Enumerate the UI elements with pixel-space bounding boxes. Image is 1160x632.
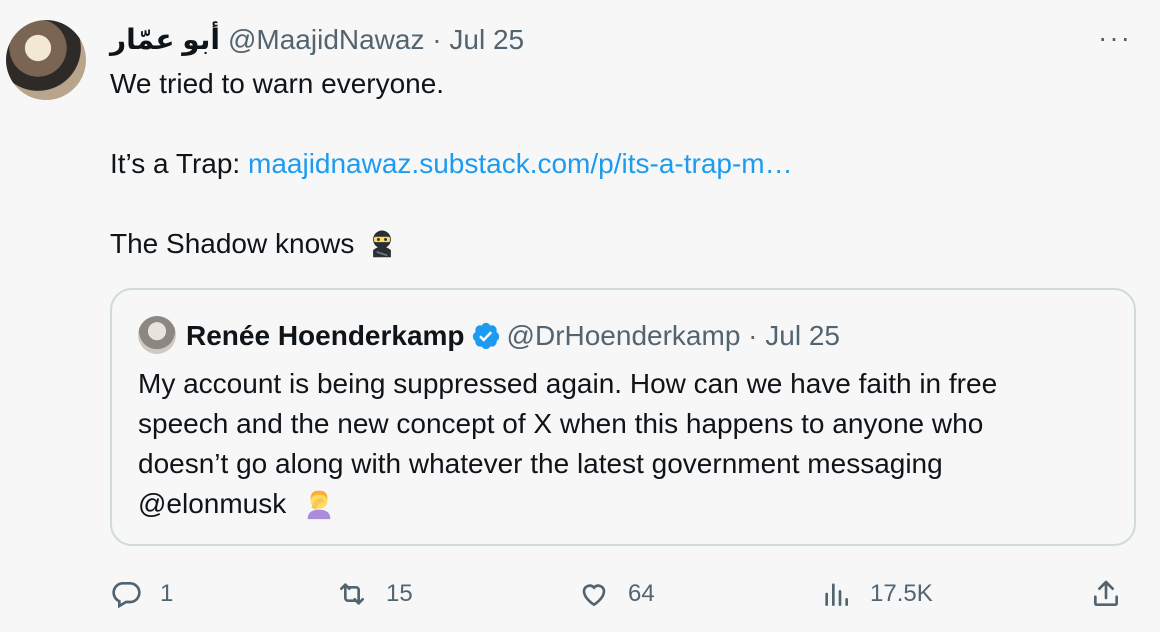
quoted-handle: @DrHoenderkamp <box>506 320 741 351</box>
views-count: 17.5K <box>870 580 933 607</box>
tweet-line-2: It’s a Trap: maajidnawaz.substack.com/p/… <box>110 144 1120 184</box>
repost-icon <box>340 583 364 605</box>
tweet-text: We tried to warn everyone. It’s a Trap: … <box>110 64 1120 264</box>
quoted-line-3: doesn’t go along with whatever the lates… <box>138 448 943 479</box>
tweet-date[interactable]: Jul 25 <box>449 24 524 55</box>
tweet-line-1: We tried to warn everyone. <box>110 68 445 99</box>
repost-button[interactable]: 15 <box>336 574 413 614</box>
tweet-line-3: The Shadow knows <box>110 224 1120 264</box>
repost-count: 15 <box>386 580 413 607</box>
share-button[interactable] <box>1090 574 1122 614</box>
reply-icon <box>112 582 141 609</box>
verified-badge-icon <box>472 322 499 350</box>
quoted-display-name: Renée Hoenderkamp <box>186 320 465 351</box>
share-icon <box>1094 580 1118 606</box>
tweet-actions: 1 15 64 17.5K <box>110 574 1130 614</box>
views-button[interactable]: 17.5K <box>820 574 933 614</box>
like-count: 64 <box>628 580 655 607</box>
quoted-separator: · <box>748 320 758 351</box>
quoted-date: Jul 25 <box>765 320 840 351</box>
shadow-text: The Shadow knows <box>110 228 355 259</box>
views-chart-icon <box>825 583 848 606</box>
reply-button[interactable]: 1 <box>110 574 173 614</box>
trap-label: It’s a Trap: <box>110 148 248 179</box>
elonmusk-mention: @elonmusk <box>138 488 287 519</box>
heart-icon <box>582 584 606 607</box>
reply-count: 1 <box>160 580 174 607</box>
facepalm-emoji-icon <box>307 490 331 520</box>
like-button[interactable]: 64 <box>578 574 655 614</box>
quoted-author-avatar <box>138 316 176 354</box>
quoted-tweet[interactable]: Renée Hoenderkamp @DrHoenderkamp · Jul 2… <box>110 288 1136 546</box>
header-separator: · <box>432 24 442 55</box>
quoted-line-4: @elonmusk <box>138 484 1108 524</box>
author-avatar[interactable] <box>6 20 86 100</box>
substack-link[interactable]: maajidnawaz.substack.com/p/its-a-trap-m… <box>248 148 793 179</box>
more-options-icon[interactable]: ··· <box>1098 24 1132 52</box>
tweet-header: أبو عمّار @MaajidNawaz · Jul 25 <box>110 22 524 58</box>
ninja-emoji-icon <box>373 230 392 258</box>
quoted-line-2: speech and the new concept of X when thi… <box>138 408 984 439</box>
quoted-tweet-text: My account is being suppressed again. Ho… <box>138 364 1108 524</box>
quoted-line-1: My account is being suppressed again. Ho… <box>138 368 998 399</box>
author-handle[interactable]: @MaajidNawaz <box>228 24 425 55</box>
quoted-tweet-header: Renée Hoenderkamp @DrHoenderkamp · Jul 2… <box>186 318 840 354</box>
author-display-name[interactable]: أبو عمّار <box>110 24 220 55</box>
